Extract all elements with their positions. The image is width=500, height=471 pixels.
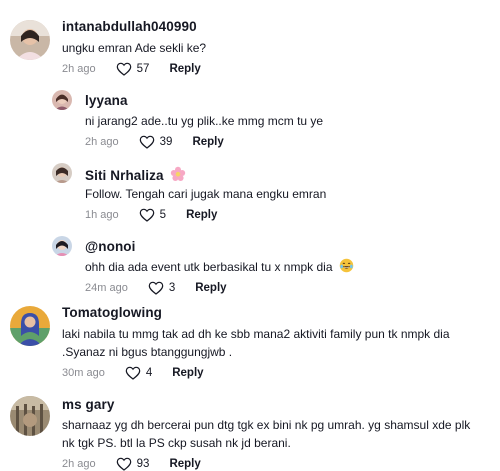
timestamp: 2h ago bbox=[62, 63, 96, 75]
avatar[interactable] bbox=[52, 90, 72, 110]
reply-button[interactable]: Reply bbox=[186, 209, 217, 221]
comment-meta: 1h ago 5 Reply bbox=[85, 208, 217, 222]
comment-text: laki nabila tu mmg tak ad dh ke sbb mana… bbox=[62, 327, 450, 359]
like-button[interactable]: 39 bbox=[139, 135, 173, 149]
username[interactable]: @nonoi bbox=[85, 239, 136, 254]
comment-meta: 2h ago 57 Reply bbox=[62, 62, 201, 76]
username[interactable]: Siti Nrhaliza bbox=[85, 166, 186, 185]
comment-text: ni jarang2 ade..tu yg plik..ke mmg mcm t… bbox=[85, 114, 324, 128]
like-button[interactable]: 4 bbox=[125, 366, 152, 380]
comment-text: Follow. Tengah cari jugak mana engku emr… bbox=[85, 187, 327, 201]
timestamp: 24m ago bbox=[85, 282, 128, 294]
like-count: 4 bbox=[145, 367, 153, 379]
timestamp: 1h ago bbox=[85, 209, 119, 221]
username[interactable]: ms gary bbox=[62, 397, 114, 412]
heart-outline-icon bbox=[125, 366, 141, 380]
avatar[interactable] bbox=[52, 163, 72, 183]
like-count: 93 bbox=[136, 458, 150, 470]
comment-text: ungku emran Ade sekli ke? bbox=[62, 41, 207, 55]
avatar[interactable] bbox=[10, 306, 50, 346]
avatar[interactable] bbox=[10, 396, 50, 436]
reply-button[interactable]: Reply bbox=[172, 367, 203, 379]
reply-button[interactable]: Reply bbox=[169, 63, 200, 75]
avatar[interactable] bbox=[52, 236, 72, 256]
laughing-emoji-icon bbox=[339, 258, 354, 278]
comment-meta: 30m ago 4 Reply bbox=[62, 366, 204, 380]
reply-button[interactable]: Reply bbox=[195, 282, 226, 294]
username[interactable]: intanabdullah040990 bbox=[62, 19, 197, 34]
comment-text: sharnaaz yg dh bercerai pun dtg tgk ex b… bbox=[62, 418, 471, 450]
comment-text: ohh dia ada event utk berbasikal tu x nm… bbox=[85, 258, 482, 278]
reply-button[interactable]: Reply bbox=[169, 458, 200, 470]
avatar[interactable] bbox=[10, 20, 50, 60]
like-button[interactable]: 3 bbox=[148, 281, 175, 295]
comment-meta: 2h ago 39 Reply bbox=[85, 135, 224, 149]
heart-outline-icon bbox=[139, 135, 154, 149]
username[interactable]: lyyana bbox=[85, 93, 128, 108]
like-button[interactable]: 5 bbox=[139, 208, 166, 222]
reply-button[interactable]: Reply bbox=[192, 136, 223, 148]
heart-outline-icon bbox=[116, 62, 131, 76]
comment-text-content: ohh dia ada event utk berbasikal tu x nm… bbox=[85, 260, 333, 274]
like-count: 3 bbox=[168, 282, 176, 294]
timestamp: 2h ago bbox=[85, 136, 119, 148]
heart-outline-icon bbox=[148, 281, 164, 295]
username-text: Siti Nrhaliza bbox=[85, 168, 164, 183]
flower-emoji-icon bbox=[170, 166, 186, 185]
previous-comment-remnant bbox=[0, 0, 500, 6]
username[interactable]: Tomatoglowing bbox=[62, 305, 162, 320]
comment-meta: 24m ago 3 Reply bbox=[85, 281, 227, 295]
heart-outline-icon bbox=[139, 208, 154, 222]
like-count: 57 bbox=[136, 63, 150, 75]
timestamp: 30m ago bbox=[62, 367, 105, 379]
like-count: 5 bbox=[159, 209, 167, 221]
timestamp: 2h ago bbox=[62, 458, 96, 470]
like-count: 39 bbox=[159, 136, 173, 148]
like-button[interactable]: 57 bbox=[116, 62, 150, 76]
